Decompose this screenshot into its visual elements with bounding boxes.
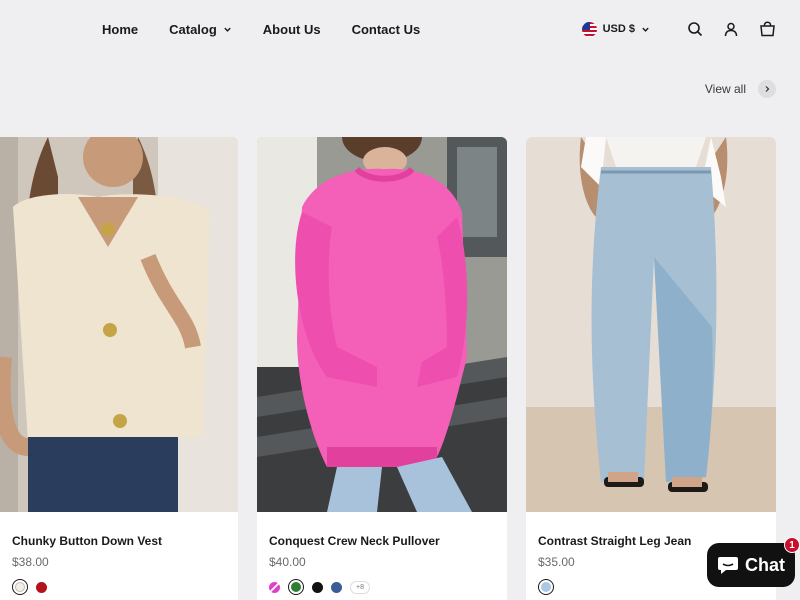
color-swatch[interactable]: [331, 581, 342, 593]
view-all: View all: [705, 80, 776, 98]
color-swatch[interactable]: [12, 579, 28, 595]
product-price: $38.00: [12, 555, 49, 569]
product-price: $40.00: [269, 555, 306, 569]
nav-about-us[interactable]: About Us: [263, 22, 321, 37]
search-icon[interactable]: [684, 18, 706, 40]
nav-catalog-label: Catalog: [169, 22, 217, 37]
site-header: Home Catalog About Us Contact Us USD $: [0, 0, 800, 58]
account-icon[interactable]: [720, 18, 742, 40]
view-all-link[interactable]: View all: [705, 82, 746, 96]
product-title[interactable]: Contrast Straight Leg Jean: [538, 534, 691, 548]
color-swatch[interactable]: [288, 579, 304, 595]
cart-icon[interactable]: [756, 18, 778, 40]
chevron-down-icon: [224, 27, 231, 32]
notification-badge: 1: [784, 537, 800, 553]
chat-bubble-icon: [718, 557, 738, 574]
nav-catalog[interactable]: Catalog: [169, 22, 232, 37]
nav-about-us-label: About Us: [262, 22, 321, 37]
chevron-down-icon: [642, 27, 649, 32]
product-card[interactable]: Conquest Crew Neck Pullover $40.00 +8: [257, 137, 507, 600]
nav-contact-us-label: Contact Us: [351, 22, 421, 37]
color-swatch[interactable]: [538, 579, 554, 595]
color-swatch[interactable]: [269, 581, 280, 593]
currency-label: USD $: [602, 23, 635, 35]
color-swatch[interactable]: [312, 581, 323, 593]
header-actions: USD $: [581, 18, 778, 40]
main-nav: Home Catalog About Us Contact Us: [102, 22, 451, 37]
product-title[interactable]: Chunky Button Down Vest: [12, 534, 162, 548]
product-card[interactable]: Contrast Straight Leg Jean $35.00: [526, 137, 776, 600]
chat-label: Chat: [745, 554, 785, 575]
chat-button[interactable]: Chat: [707, 543, 795, 587]
nav-home[interactable]: Home: [102, 22, 138, 37]
product-title[interactable]: Conquest Crew Neck Pullover: [269, 534, 440, 548]
nav-home-label: Home: [102, 22, 139, 37]
product-image-pullover[interactable]: [257, 137, 507, 512]
color-swatch[interactable]: [36, 581, 47, 593]
color-swatches: [12, 579, 55, 595]
us-flag-icon: [581, 21, 597, 37]
color-swatches: +8: [269, 579, 370, 595]
chevron-right-icon: [765, 86, 770, 92]
product-card[interactable]: Chunky Button Down Vest $38.00: [0, 137, 238, 600]
currency-selector[interactable]: USD $: [581, 21, 650, 37]
next-arrow-button[interactable]: [758, 80, 776, 98]
product-price: $35.00: [538, 555, 575, 569]
nav-contact-us[interactable]: Contact Us: [352, 22, 421, 37]
product-image-jean[interactable]: [526, 137, 776, 512]
more-colors-badge[interactable]: +8: [350, 580, 370, 594]
product-image-vest[interactable]: [0, 137, 238, 512]
color-swatches: [538, 579, 562, 595]
